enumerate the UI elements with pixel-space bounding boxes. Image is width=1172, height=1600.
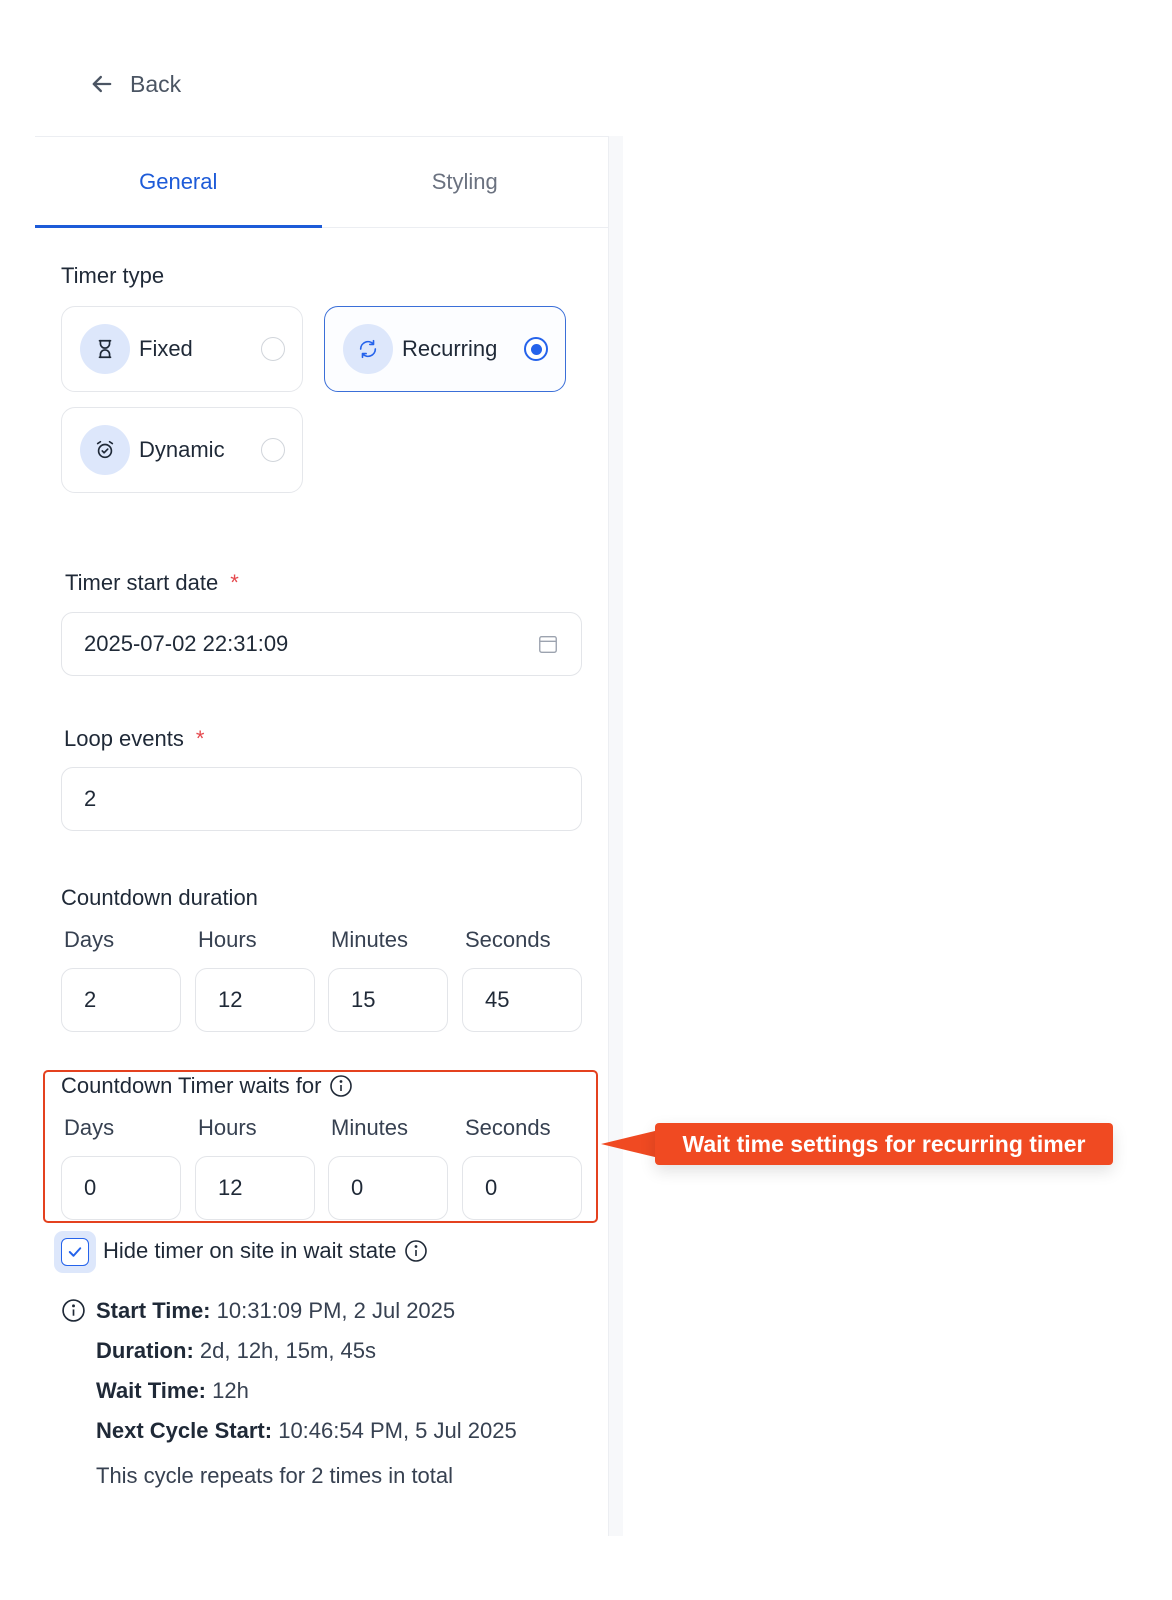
info-icon[interactable] (329, 1074, 353, 1098)
timer-type-dynamic-radio[interactable] (261, 438, 285, 462)
timer-type-dynamic-label: Dynamic (139, 437, 225, 462)
back-button[interactable]: Back (88, 70, 181, 98)
tab-general-label: General (139, 169, 218, 194)
summary-wait-time: Wait Time: 12h (96, 1378, 249, 1404)
wait-time-value: 12h (212, 1378, 249, 1403)
timer-type-dynamic[interactable]: Dynamic (61, 407, 303, 493)
hourglass-icon (80, 324, 130, 374)
wait-label: Countdown Timer waits for (61, 1073, 353, 1099)
timer-type-recurring-label: Recurring (402, 336, 498, 361)
timer-type-recurring-radio[interactable] (524, 337, 548, 361)
wait-minutes-value: 0 (351, 1175, 364, 1200)
start-date-input[interactable]: 2025-07-02 22:31:09 (61, 612, 582, 676)
start-date-value: 2025-07-02 22:31:09 (84, 631, 289, 656)
duration-hours-value: 12 (218, 987, 243, 1012)
duration-hours-input[interactable]: 12 (195, 968, 315, 1032)
duration-minutes-label: Minutes (331, 927, 409, 952)
wait-minutes-input[interactable]: 0 (328, 1156, 448, 1220)
wait-seconds-input[interactable]: 0 (462, 1156, 582, 1220)
duration-days-label: Days (64, 927, 115, 952)
back-label: Back (130, 70, 182, 97)
check-icon (68, 1247, 82, 1257)
duration-seconds-input[interactable]: 45 (462, 968, 582, 1032)
hide-timer-label-text: Hide timer on site in wait state (103, 1238, 397, 1263)
duration-days-input[interactable]: 2 (61, 968, 181, 1032)
required-mark: * (195, 726, 205, 751)
loop-events-value: 2 (84, 786, 97, 811)
checkbox-box (61, 1238, 89, 1266)
timer-type-label: Timer type (61, 263, 165, 288)
callout-text: Wait time settings for recurring timer (682, 1130, 1086, 1157)
wait-seconds-label: Seconds (465, 1115, 551, 1140)
start-date-label-text: Timer start date (65, 570, 219, 595)
start-date-label: Timer start date * (65, 570, 239, 596)
wait-hours-label: Hours (198, 1115, 257, 1140)
hide-timer-checkbox[interactable] (54, 1231, 96, 1273)
duration-days-value: 2 (84, 987, 97, 1012)
info-icon[interactable] (404, 1239, 428, 1263)
next-cycle-label: Next Cycle Start: (96, 1418, 273, 1443)
wait-label-text: Countdown Timer waits for (61, 1073, 322, 1098)
duration-seconds-label: Seconds (465, 927, 551, 952)
annotation-callout: Wait time settings for recurring timer (655, 1123, 1113, 1165)
required-mark: * (230, 570, 239, 595)
wait-seconds-value: 0 (485, 1175, 498, 1200)
summary-start-time: Start Time: 10:31:09 PM, 2 Jul 2025 (96, 1298, 455, 1324)
summary-repeat-note: This cycle repeats for 2 times in total (96, 1463, 454, 1488)
timer-type-fixed-radio[interactable] (261, 337, 285, 361)
calendar-icon[interactable] (537, 633, 559, 655)
tab-styling[interactable]: Styling (322, 137, 609, 227)
info-icon (62, 1299, 85, 1322)
loop-events-label-text: Loop events (64, 726, 184, 751)
wait-hours-input[interactable]: 12 (195, 1156, 315, 1220)
panel-scrollbar[interactable] (608, 136, 623, 1536)
countdown-duration-label: Countdown duration (61, 885, 258, 910)
wait-hours-value: 12 (218, 1175, 243, 1200)
wait-days-value: 0 (84, 1175, 97, 1200)
duration-hours-label: Hours (198, 927, 257, 952)
tab-general[interactable]: General (35, 137, 322, 228)
refresh-icon (343, 324, 393, 374)
summary-next-cycle: Next Cycle Start: 10:46:54 PM, 5 Jul 202… (96, 1418, 517, 1444)
wait-minutes-label: Minutes (331, 1115, 409, 1140)
wait-days-input[interactable]: 0 (61, 1156, 181, 1220)
loop-events-label: Loop events * (64, 726, 204, 752)
alarm-clock-icon (80, 425, 130, 475)
hide-timer-label: Hide timer on site in wait state (103, 1238, 428, 1264)
wait-days-label: Days (64, 1115, 115, 1140)
timer-type-fixed[interactable]: Fixed (61, 306, 303, 392)
summary-duration: Duration: 2d, 12h, 15m, 45s (96, 1338, 376, 1364)
duration-value: 2d, 12h, 15m, 45s (199, 1338, 377, 1363)
timer-type-fixed-label: Fixed (139, 336, 193, 361)
wait-time-label: Wait Time: (96, 1378, 207, 1403)
start-time-value: 10:31:09 PM, 2 Jul 2025 (216, 1298, 456, 1323)
duration-seconds-value: 45 (485, 987, 510, 1012)
arrow-left-icon (92, 75, 112, 93)
start-time-label: Start Time: (96, 1298, 211, 1323)
tab-styling-label: Styling (431, 169, 498, 194)
timer-type-recurring[interactable]: Recurring (324, 306, 566, 392)
tab-bar: General Styling (35, 137, 608, 228)
loop-events-input[interactable]: 2 (61, 767, 582, 831)
callout-arrow (601, 1130, 659, 1158)
next-cycle-value: 10:46:54 PM, 5 Jul 2025 (278, 1418, 517, 1443)
duration-minutes-input[interactable]: 15 (328, 968, 448, 1032)
duration-label: Duration: (96, 1338, 194, 1363)
duration-minutes-value: 15 (351, 987, 376, 1012)
